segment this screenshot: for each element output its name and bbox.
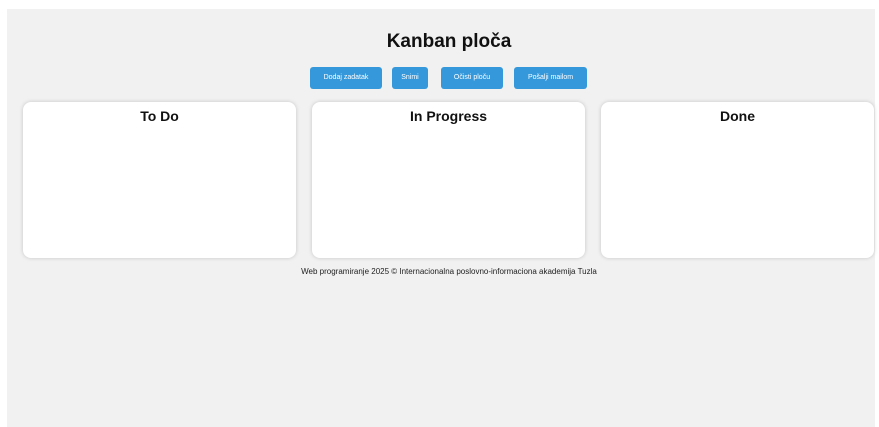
toolbar: Dodaj zadatak Snimi Očisti ploču Pošalji… [7, 67, 879, 89]
page-title: Kanban ploča [386, 31, 512, 52]
column-in-progress-title: In Progress [409, 108, 488, 124]
footer-text: Web programiranje 2025 © Internacionalna… [301, 267, 597, 276]
column-todo[interactable]: To Do [23, 102, 296, 258]
add-task-button[interactable]: Dodaj zadatak [310, 67, 382, 89]
kanban-page: Kanban ploča Dodaj zadatak Snimi Očisti … [7, 9, 875, 427]
save-button[interactable]: Snimi [392, 67, 428, 89]
column-done[interactable]: Done [601, 102, 874, 258]
column-in-progress[interactable]: In Progress [312, 102, 585, 258]
column-done-title: Done [720, 108, 755, 124]
send-email-button[interactable]: Pošalji mailom [514, 67, 587, 89]
column-todo-title: To Do [140, 108, 179, 124]
clear-board-button[interactable]: Očisti ploču [441, 67, 503, 89]
